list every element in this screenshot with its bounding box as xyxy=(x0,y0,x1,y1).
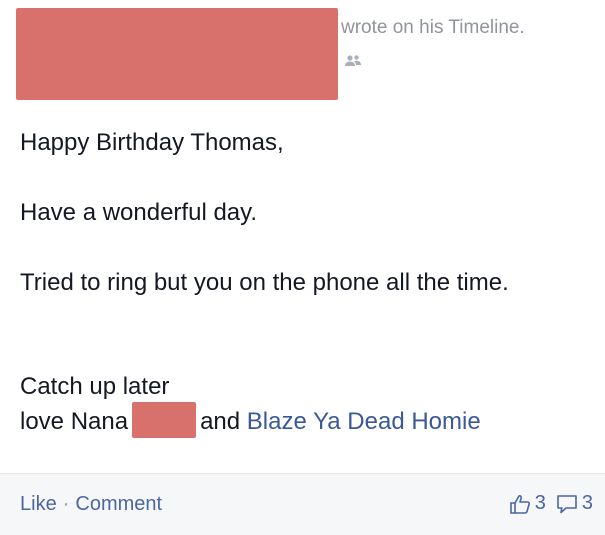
like-link[interactable]: Like xyxy=(20,493,57,515)
comment-count[interactable]: 3 xyxy=(582,492,593,515)
tagged-user-link[interactable]: Blaze Ya Dead Homie xyxy=(247,408,481,435)
redacted-author-block xyxy=(16,8,338,100)
signoff-prefix: love Nana xyxy=(20,408,129,435)
thumbs-up-icon[interactable] xyxy=(509,494,531,514)
comment-link[interactable]: Comment xyxy=(75,493,162,515)
signoff-and: and xyxy=(200,408,241,435)
header-suffix-text: wrote on his Timeline. xyxy=(341,17,525,38)
action-separator: · xyxy=(62,493,70,515)
timeline-post: wrote on his Timeline. Happy Birthday Th… xyxy=(0,0,605,535)
message-wish: Have a wonderful day. xyxy=(20,199,258,226)
post-actions: Like · Comment xyxy=(20,493,162,516)
engagement-counts: 3 3 xyxy=(509,492,593,515)
like-count[interactable]: 3 xyxy=(535,492,546,515)
redacted-name-block xyxy=(132,401,197,438)
message-catch-up: Catch up later xyxy=(20,373,170,400)
post-footer: Like · Comment 3 3 xyxy=(0,473,605,535)
message-signoff: love Nana and Blaze Ya Dead Homie xyxy=(20,401,481,438)
friends-icon[interactable] xyxy=(344,54,362,68)
message-ring-note: Tried to ring but you on the phone all t… xyxy=(20,269,509,296)
message-greeting: Happy Birthday Thomas, xyxy=(20,129,284,156)
post-header: wrote on his Timeline. xyxy=(0,0,605,100)
comment-bubble-icon[interactable] xyxy=(556,494,578,514)
